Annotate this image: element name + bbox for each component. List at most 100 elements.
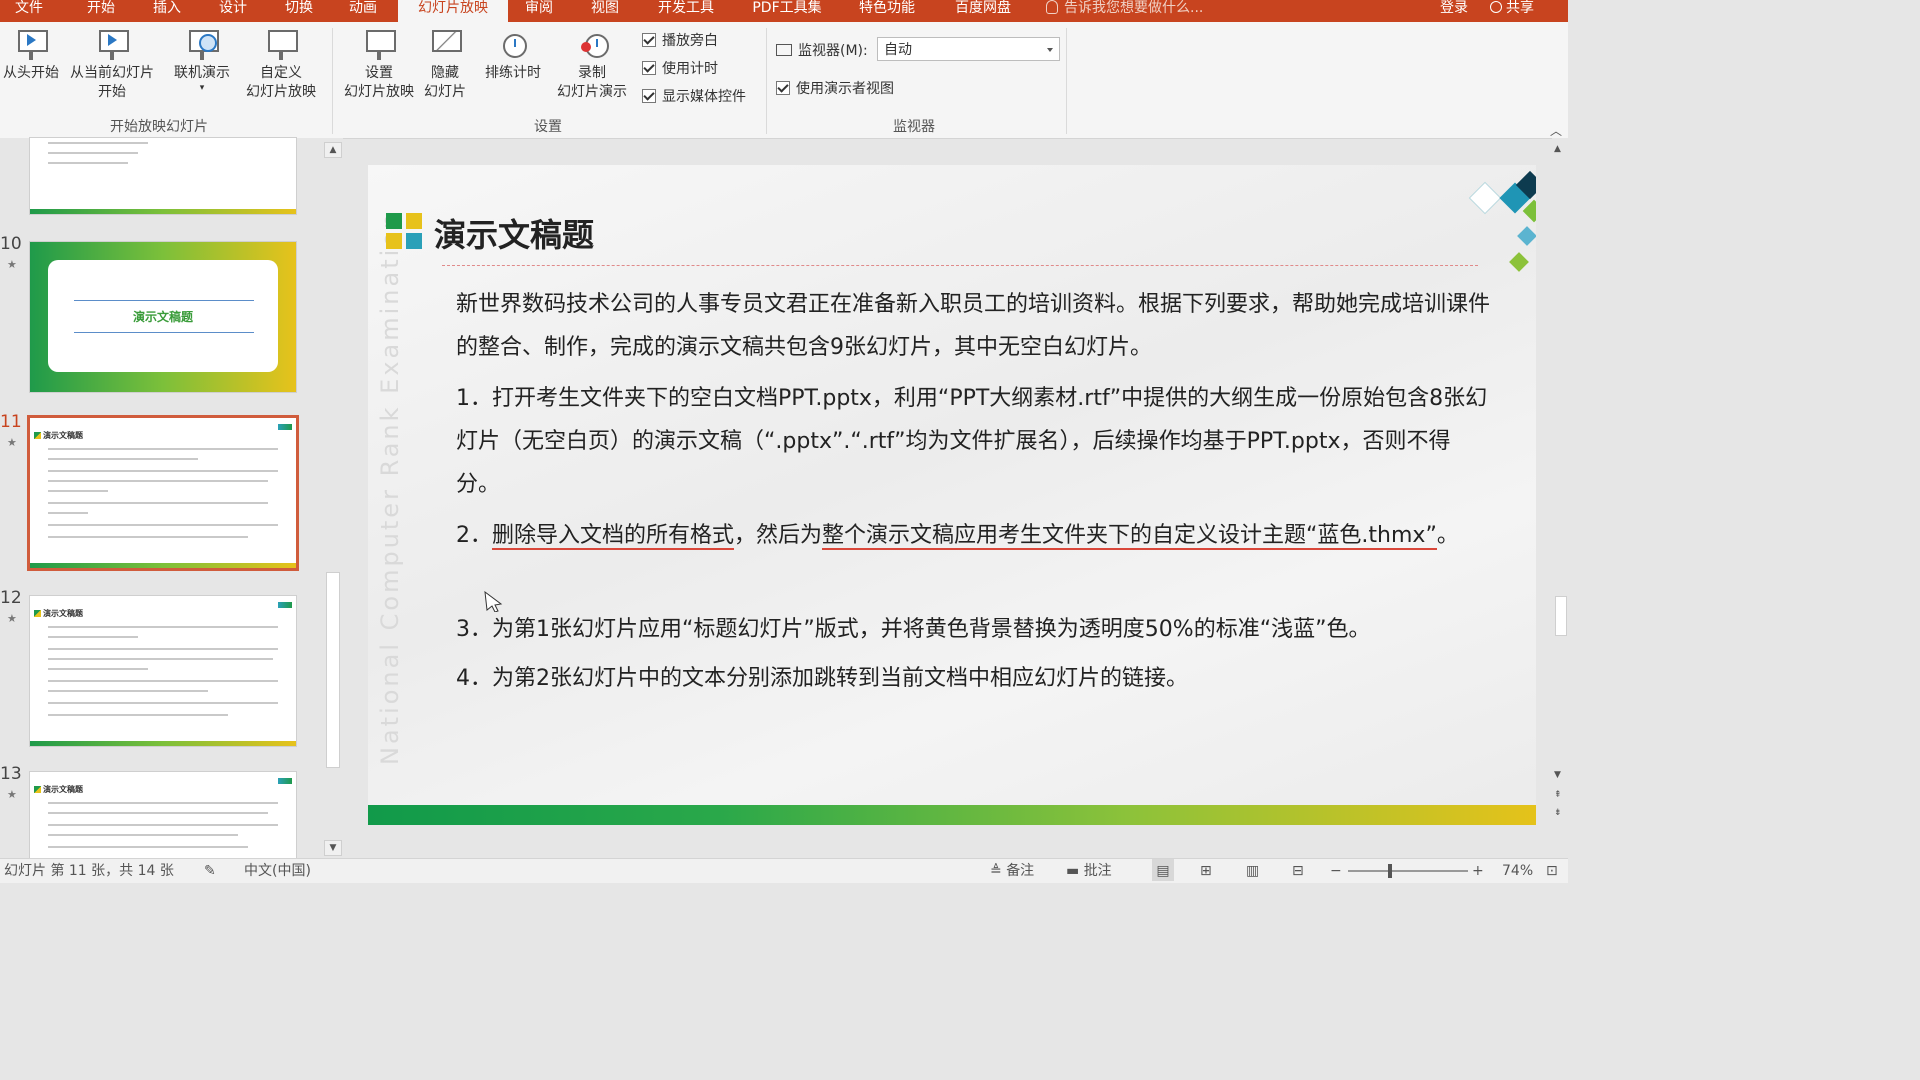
scrollbar-thumb[interactable] bbox=[1555, 596, 1567, 636]
status-bar: 幻灯片 第 11 张，共 14 张 ✎ 中文(中国) ≜ 备注 ▬ 批注 ▤ ⊞… bbox=[0, 858, 1568, 883]
scroll-up-icon[interactable]: ▲ bbox=[1554, 144, 1561, 154]
tab-baidu-netdisk[interactable]: 百度网盘 bbox=[944, 0, 1022, 22]
scroll-down-icon[interactable]: ▼ bbox=[1554, 770, 1561, 780]
item-2-underlined-text: 删除导入文档的所有格式 bbox=[492, 523, 735, 550]
fit-to-window-icon[interactable]: ⊡ bbox=[1546, 859, 1558, 883]
slide-title[interactable]: 演示文稿题 bbox=[434, 210, 594, 256]
share-button[interactable]: 共享 bbox=[1490, 0, 1534, 16]
tab-home[interactable]: 开始 bbox=[72, 0, 130, 22]
custom-slideshow-button[interactable]: 自定义 幻灯片放映 bbox=[238, 28, 324, 102]
normal-view-icon[interactable]: ▤ bbox=[1152, 859, 1174, 881]
from-current-button[interactable]: 从当前幻灯片 开始 bbox=[64, 28, 160, 102]
slide-thumbnail-9[interactable] bbox=[30, 138, 296, 214]
slideshow-view-icon[interactable]: ⊟ bbox=[1292, 859, 1304, 883]
monitor-label-text: 监视器(M): bbox=[798, 43, 868, 59]
presenter-view-checkbox[interactable]: 使用演示者视图 bbox=[776, 78, 894, 98]
login-button[interactable]: 登录 bbox=[1440, 0, 1468, 16]
slide-intro-paragraph[interactable]: 新世界数码技术公司的人事专员文君正在准备新入职员工的培训资料。根据下列要求，帮助… bbox=[456, 283, 1492, 369]
group-label-monitor: 监视器 bbox=[893, 119, 935, 135]
slide-thumbnail-11[interactable]: 演示文稿题 bbox=[30, 418, 296, 568]
thumb-text-line bbox=[48, 626, 278, 628]
thumb-text-line bbox=[48, 152, 138, 154]
thumbnail-scrollbar[interactable]: ▲ ▼ bbox=[324, 142, 342, 856]
from-current-label-2: 开始 bbox=[98, 84, 126, 100]
thumb-text-line bbox=[48, 812, 268, 814]
hide-slide-button[interactable]: 隐藏 幻灯片 bbox=[420, 28, 470, 102]
animation-star-icon: ★ bbox=[7, 612, 17, 625]
next-slide-icon[interactable]: ⇟ bbox=[1554, 808, 1562, 818]
ribbon-tab-bar: 文件 开始 插入 设计 切换 动画 幻灯片放映 审阅 视图 开发工具 PDF工具… bbox=[0, 0, 1568, 22]
checkbox-checked-icon bbox=[642, 89, 656, 103]
thumb-title: 演示文稿题 bbox=[34, 784, 83, 795]
online-present-button[interactable]: 联机演示 ▾ bbox=[170, 28, 234, 93]
zoom-level[interactable]: 74% bbox=[1502, 859, 1533, 883]
zoom-in-icon[interactable]: + bbox=[1472, 859, 1484, 883]
language-status[interactable]: 中文(中国) bbox=[244, 859, 311, 883]
zoom-out-icon[interactable]: − bbox=[1330, 859, 1342, 883]
thumb-text-line bbox=[48, 470, 278, 472]
tell-me-box[interactable]: 告诉我您想要做什么... bbox=[1046, 0, 1203, 22]
zoom-slider-knob[interactable] bbox=[1388, 864, 1392, 878]
previous-slide-icon[interactable]: ⇞ bbox=[1554, 790, 1562, 800]
item-2-text: ，然后为 bbox=[734, 523, 823, 548]
tab-developer[interactable]: 开发工具 bbox=[648, 0, 724, 22]
scroll-up-icon[interactable]: ▲ bbox=[324, 142, 342, 158]
group-label-start: 开始放映幻灯片 bbox=[110, 119, 208, 135]
scrollbar-thumb[interactable] bbox=[326, 572, 340, 768]
setup-slideshow-button[interactable]: 设置 幻灯片放映 bbox=[340, 28, 418, 102]
play-narrations-checkbox[interactable]: 播放旁白 bbox=[642, 30, 718, 50]
thumb-text-line bbox=[48, 702, 278, 704]
zoom-slider[interactable] bbox=[1348, 870, 1468, 872]
slide-canvas[interactable]: National Computer Rank Examination 演示文稿题… bbox=[368, 165, 1536, 825]
slide-sorter-icon[interactable]: ⊞ bbox=[1200, 859, 1212, 883]
tab-review[interactable]: 审阅 bbox=[510, 0, 568, 22]
slide-item-1[interactable]: 1．打开考生文件夹下的空白文档PPT.pptx，利用“PPT大纲素材.rtf”中… bbox=[456, 377, 1492, 506]
presenter-view-label: 使用演示者视图 bbox=[796, 81, 894, 97]
item-2-number: 2． bbox=[456, 523, 492, 548]
slide-number-11: 11 bbox=[0, 412, 22, 432]
tab-slideshow[interactable]: 幻灯片放映 bbox=[398, 0, 508, 22]
tab-transitions[interactable]: 切换 bbox=[270, 0, 328, 22]
hide-slide-label: 隐藏 bbox=[431, 65, 459, 81]
item-2-end: 。 bbox=[1436, 523, 1459, 548]
slide-item-4[interactable]: 4．为第2张幻灯片中的文本分别添加跳转到当前文档中相应幻灯片的链接。 bbox=[456, 657, 1492, 700]
slide-thumbnail-10[interactable]: 演示文稿题 bbox=[30, 242, 296, 392]
tab-insert[interactable]: 插入 bbox=[138, 0, 196, 22]
notes-button[interactable]: ≜ 备注 bbox=[990, 859, 1034, 883]
monitor-label: 监视器(M): bbox=[776, 40, 868, 60]
diamond-decoration-icon bbox=[1468, 170, 1536, 272]
thumb-title: 演示文稿题 bbox=[34, 608, 83, 619]
animation-star-icon: ★ bbox=[7, 436, 17, 449]
slide-item-2[interactable]: 2．删除导入文档的所有格式，然后为整个演示文稿应用考生文件夹下的自定义设计主题“… bbox=[456, 514, 1492, 557]
thumb-rule bbox=[74, 300, 254, 301]
show-media-controls-checkbox[interactable]: 显示媒体控件 bbox=[642, 86, 746, 106]
tab-design[interactable]: 设计 bbox=[204, 0, 262, 22]
slide-number-12: 12 bbox=[0, 588, 22, 608]
slide-thumbnail-13[interactable]: 演示文稿题 bbox=[30, 772, 296, 862]
tab-file[interactable]: 文件 bbox=[0, 0, 58, 22]
spellcheck-icon[interactable]: ✎ bbox=[204, 859, 216, 883]
hide-slide-label-2: 幻灯片 bbox=[424, 84, 466, 100]
reading-view-icon[interactable]: ▥ bbox=[1246, 859, 1259, 883]
use-timings-checkbox[interactable]: 使用计时 bbox=[642, 58, 718, 78]
tab-view[interactable]: 视图 bbox=[576, 0, 634, 22]
monitor-select[interactable]: 自动 bbox=[877, 37, 1060, 61]
tab-features[interactable]: 特色功能 bbox=[848, 0, 926, 22]
record-slideshow-button[interactable]: 录制 幻灯片演示 bbox=[548, 28, 636, 102]
slide-thumbnail-pane: 10 ★ 演示文稿题 11 ★ 演示文稿题 12 ★ 演示文稿题 13 ★ 演示… bbox=[0, 138, 343, 862]
tab-pdf-tools[interactable]: PDF工具集 bbox=[744, 0, 830, 22]
comments-button[interactable]: ▬ 批注 bbox=[1066, 859, 1112, 883]
thumb-text-line bbox=[48, 512, 88, 514]
scroll-down-icon[interactable]: ▼ bbox=[324, 840, 342, 856]
rehearse-timings-button[interactable]: 排练计时 bbox=[480, 28, 546, 83]
from-beginning-button[interactable]: 从头开始 bbox=[0, 28, 62, 83]
slide-scrollbar[interactable]: ▲ ▼ ⇞ ⇟ bbox=[1552, 138, 1568, 858]
thumb-text-line bbox=[48, 490, 108, 492]
thumb-text-line bbox=[48, 448, 278, 450]
person-icon bbox=[1490, 1, 1502, 13]
tab-animations[interactable]: 动画 bbox=[334, 0, 392, 22]
collapse-ribbon-icon[interactable]: ︿ bbox=[1550, 122, 1562, 139]
slide-thumbnail-12[interactable]: 演示文稿题 bbox=[30, 596, 296, 746]
group-label-setup: 设置 bbox=[534, 119, 562, 135]
slide-item-3[interactable]: 3．为第1张幻灯片应用“标题幻灯片”版式，并将黄色背景替换为透明度50%的标准“… bbox=[456, 608, 1492, 651]
